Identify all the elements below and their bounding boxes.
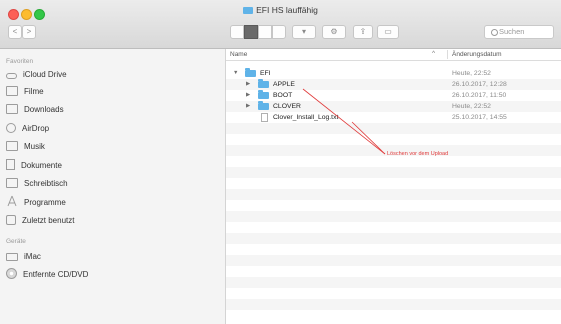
annotation-line-to-log [351, 121, 386, 155]
annotation-arrows [302, 88, 386, 155]
annotation-line-to-apple [302, 88, 386, 155]
finder-window: EFI HS lauffähig < > ▾ ⚙ ⇪ ▭ Suchen Favo… [0, 0, 561, 324]
annotation-label: Löschen vor dem Upload [387, 151, 449, 157]
